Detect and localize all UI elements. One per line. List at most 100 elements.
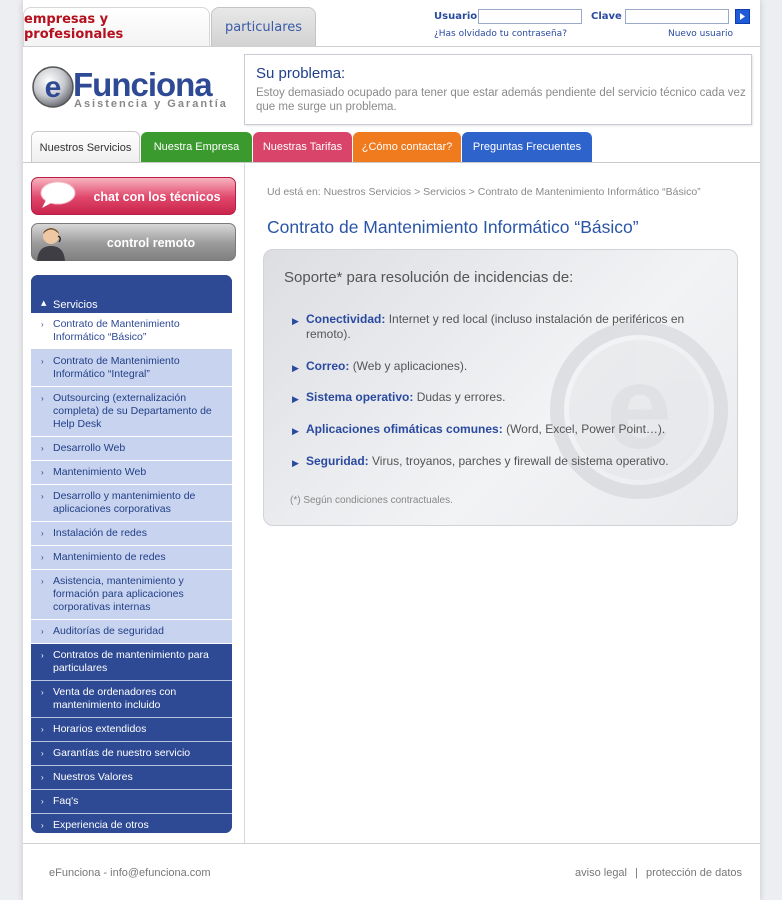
sidebar-menu-item[interactable]: › Auditorías de seguridad: [31, 620, 232, 644]
breadcrumb-item[interactable]: Nuestros Servicios: [324, 186, 412, 198]
remote-control-button[interactable]: control remoto: [31, 223, 236, 261]
logo[interactable]: e Funciona Asistencia y Garantía: [32, 62, 234, 114]
chevron-right-icon: ›: [41, 553, 44, 562]
support-item-desc: (Web y aplicaciones).: [352, 359, 468, 373]
chevron-right-icon: ›: [41, 651, 44, 660]
bullet-triangle-icon: ▶: [292, 458, 299, 468]
forgot-password-link[interactable]: ¿Has olvidado tu contraseña?: [434, 29, 567, 39]
sidebar-menu-item-label: Desarrollo y mantenimiento de aplicacion…: [53, 490, 196, 515]
support-item-desc: (Word, Excel, Power Point…).: [506, 422, 666, 436]
sidebar-menu-item[interactable]: › Experiencia de otros: [31, 814, 232, 833]
bullet-triangle-icon: ▶: [292, 426, 299, 436]
data-protection-link[interactable]: protección de datos: [646, 867, 742, 879]
page: empresas y profesionales particulares Us…: [23, 0, 760, 900]
chevron-right-icon: ›: [41, 688, 44, 697]
tab-preguntas-frecuentes[interactable]: Preguntas Frecuentes: [462, 132, 592, 162]
password-input[interactable]: [625, 9, 729, 24]
breadcrumb-prefix: Ud está en:: [267, 186, 321, 198]
breadcrumb-item[interactable]: Servicios: [423, 186, 466, 198]
chevron-right-icon: ›: [41, 749, 44, 758]
support-item-term: Conectividad:: [306, 312, 386, 326]
menu-header[interactable]: ▲ Servicios: [31, 275, 232, 313]
support-item: ▶ Conectividad: Internet y red local (in…: [292, 312, 712, 342]
tab-nuestros-servicios[interactable]: Nuestros Servicios: [31, 131, 140, 163]
tab-empresas[interactable]: empresas y profesionales: [23, 7, 210, 46]
sidebar-menu-item-label: Instalación de redes: [53, 527, 147, 539]
footer-separator: |: [635, 867, 638, 879]
sidebar-menu-item[interactable]: › Garantías de nuestro servicio: [31, 742, 232, 766]
login-submit-button[interactable]: [735, 9, 750, 24]
support-item-term: Sistema operativo:: [306, 390, 414, 404]
sidebar-menu-item[interactable]: › Faq's: [31, 790, 232, 814]
user-label: Usuario: [434, 11, 478, 22]
footer-contact[interactable]: eFunciona - info@efunciona.com: [49, 867, 211, 879]
sidebar-menu-item[interactable]: › Mantenimiento de redes: [31, 546, 232, 570]
support-item-desc: Dudas y errores.: [416, 390, 506, 404]
support-title: Soporte* para resolución de incidencias …: [284, 269, 574, 286]
legal-notice-link[interactable]: aviso legal: [575, 867, 627, 879]
sidebar-menu-item-label: Outsourcing (externalización completa) d…: [53, 392, 212, 430]
sidebar-menu-item[interactable]: › Asistencia, mantenimiento y formación p…: [31, 570, 232, 620]
sidebar-menu-item[interactable]: › Contrato de Mantenimiento Informático “…: [31, 313, 232, 350]
chevron-right-icon: ›: [41, 444, 44, 453]
new-user-link[interactable]: Nuevo usuario: [668, 29, 733, 39]
bullet-triangle-icon: ▶: [292, 394, 299, 404]
sidebar-menu-item[interactable]: › Horarios extendidos: [31, 718, 232, 742]
sidebar-menu-item[interactable]: › Contratos de mantenimiento para particu…: [31, 644, 232, 681]
chevron-right-icon: ›: [41, 357, 44, 366]
chevron-right-icon: ›: [41, 627, 44, 636]
chevron-right-icon: ›: [41, 529, 44, 538]
sidebar-menu-item[interactable]: › Outsourcing (externalización completa) …: [31, 387, 232, 437]
sidebar-menu-item[interactable]: › Desarrollo y mantenimiento de aplicacio…: [31, 485, 232, 522]
tab-nuestras-tarifas[interactable]: Nuestras Tarifas: [253, 132, 352, 162]
support-item-term: Aplicaciones ofimáticas comunes:: [306, 422, 503, 436]
arrow-right-icon: [740, 13, 745, 20]
bullet-triangle-icon: ▶: [292, 316, 299, 326]
sidebar-menu-item-label: Mantenimiento de redes: [53, 551, 166, 563]
sidebar-menu-item[interactable]: › Desarrollo Web: [31, 437, 232, 461]
chevron-right-icon: ›: [41, 725, 44, 734]
tab-particulares[interactable]: particulares: [211, 7, 316, 46]
chevron-right-icon: ›: [41, 797, 44, 806]
footer-links: aviso legal | protección de datos: [575, 867, 742, 879]
speech-bubble-icon: [40, 181, 76, 208]
problem-text: Estoy demasiado ocupado para tener que e…: [256, 87, 746, 113]
support-item-desc: Virus, troyanos, parches y firewall de s…: [372, 454, 669, 468]
header-divider: [23, 46, 760, 47]
sidebar-menu-item[interactable]: › Contrato de Mantenimiento Informático “…: [31, 350, 232, 387]
support-item-term: Correo:: [306, 359, 350, 373]
support-item: ▶ Sistema operativo: Dudas y errores.: [292, 390, 712, 405]
chat-button[interactable]: chat con los técnicos: [31, 177, 236, 215]
sidebar-menu-item-label: Horarios extendidos: [53, 723, 147, 735]
sidebar-menu-item-label: Desarrollo Web: [53, 442, 126, 454]
bullet-triangle-icon: ▶: [292, 363, 299, 373]
problem-title: Su problema:: [256, 65, 346, 82]
tab-como-contactar[interactable]: ¿Cómo contactar?: [353, 132, 461, 162]
support-panel: e Soporte* para resolución de incidencia…: [263, 249, 738, 526]
breadcrumb: Ud está en: Nuestros Servicios > Servici…: [267, 186, 701, 198]
menu-items: › Contrato de Mantenimiento Informático “…: [31, 313, 232, 833]
sidebar-menu-item-label: Asistencia, mantenimiento y formación pa…: [53, 575, 184, 613]
support-item-term: Seguridad:: [306, 454, 369, 468]
sidebar-menu-item[interactable]: › Mantenimiento Web: [31, 461, 232, 485]
remote-button-label: control remoto: [106, 236, 196, 250]
tab-nuestra-empresa[interactable]: Nuestra Empresa: [141, 132, 252, 162]
support-note: (*) Según condiciones contractuales.: [290, 495, 453, 506]
menu-header-label: Servicios: [53, 299, 98, 311]
sidebar-menu-item-label: Faq's: [53, 795, 79, 807]
support-item: ▶ Aplicaciones ofimáticas comunes: (Word…: [292, 422, 712, 437]
sidebar-menu-item-label: Garantías de nuestro servicio: [53, 747, 191, 759]
sidebar-menu-item[interactable]: › Venta de ordenadores con mantenimiento …: [31, 681, 232, 718]
sidebar-menu-item-label: Experiencia de otros: [53, 819, 149, 831]
sidebar-menu-item-label: Venta de ordenadores con mantenimiento i…: [53, 686, 177, 711]
sidebar-menu-item-label: Mantenimiento Web: [53, 466, 147, 478]
chevron-right-icon: ›: [41, 468, 44, 477]
sidebar-menu-item[interactable]: › Nuestros Valores: [31, 766, 232, 790]
sidebar-menu-item[interactable]: › Instalación de redes: [31, 522, 232, 546]
chevron-right-icon: ›: [41, 821, 44, 830]
chevron-right-icon: ›: [41, 577, 44, 586]
triangle-up-icon: ▲: [41, 299, 47, 307]
user-input[interactable]: [478, 9, 582, 24]
efunciona-watermark-icon: e: [550, 321, 728, 499]
column-divider: [244, 163, 245, 843]
